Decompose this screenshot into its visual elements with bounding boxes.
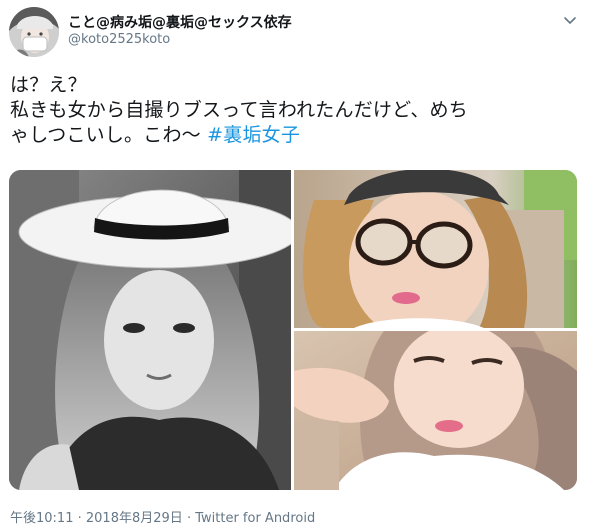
chevron-down-icon[interactable] [560,10,580,30]
tweet: こと@病み垢@裏垢@セックス依存 @koto2525koto は？え？ 私きも女… [0,0,590,531]
photo-1[interactable] [9,170,291,490]
tweet-text-segment: ゃしつこいし。こわ〜 [10,124,201,146]
tweet-text-line: 私きも女から自撮りブスって言われたんだけど、めち [10,99,468,121]
user-handle[interactable]: @koto2525koto [68,32,170,47]
meta-separator: · [186,511,192,526]
tweet-text: は？え？ 私きも女から自撮りブスって言われたんだけど、めち ゃしつこいし。こわ〜… [10,73,582,148]
meta-separator: · [77,511,82,526]
tweet-date[interactable]: 2018年8月29日 [86,511,183,526]
photo-3[interactable] [294,331,577,490]
avatar-image [9,7,59,57]
avatar[interactable] [9,7,59,57]
media-grid [9,170,577,490]
photo-2[interactable] [294,170,577,328]
tweet-meta: 午後10:11 · 2018年8月29日 · Twitter for Andro… [10,507,315,526]
hashtag-link[interactable]: #裏垢女子 [207,124,300,146]
display-name[interactable]: こと@病み垢@裏垢@セックス依存 [68,12,292,32]
tweet-time[interactable]: 午後10:11 [10,511,73,526]
tweet-source[interactable]: Twitter for Android [195,511,315,526]
tweet-text-line: は？え？ [10,74,87,96]
tweet-text-line: ゃしつこいし。こわ〜 #裏垢女子 [10,123,582,148]
